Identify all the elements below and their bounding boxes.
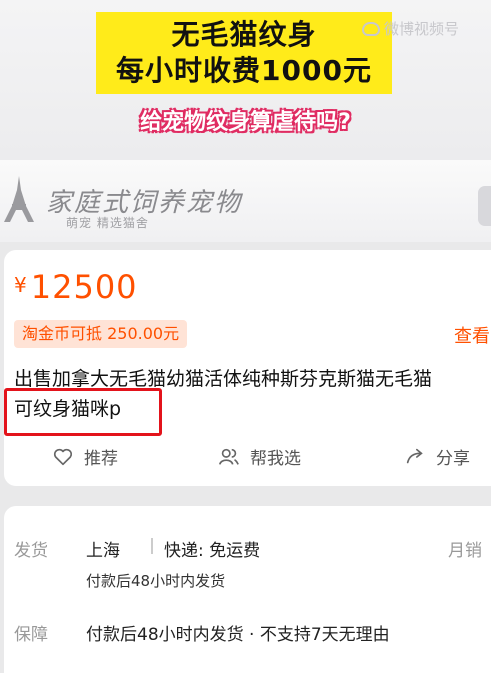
highlight-box [4,388,162,436]
view-more-link[interactable]: 查看 [454,322,490,348]
weibo-icon [362,21,380,36]
product-price: ¥12500 [14,268,138,306]
subheadline: 给宠物纹身算虐待吗? [140,110,351,135]
price-value: 12500 [30,268,138,306]
express-fee: 快递: 免运费 [164,541,261,561]
shipping-label: 发货 [14,541,48,561]
heart-icon [53,448,73,465]
banner-scroll-handle[interactable] [478,186,491,226]
share-button[interactable]: 分享 [404,444,470,469]
headline-banner: 无毛猫纹身 每小时收费1000元 [96,12,392,94]
friends-icon [219,448,239,465]
coin-deduction-badge[interactable]: 淘金币可抵 250.00元 [14,320,188,348]
recommend-button[interactable]: 推荐 [52,444,118,469]
help-choose-label: 帮我选 [250,449,301,469]
help-choose-button[interactable]: 帮我选 [218,444,301,469]
monthly-sales-label: 月销 [448,541,482,561]
watermark-text: 微博视频号 [384,20,460,38]
share-label: 分享 [436,449,470,469]
guarantee-label: 保障 [14,625,48,645]
shop-banner-subtitle: 萌宠 精选猫舍 [66,216,149,230]
shipping-card [4,506,491,673]
price-currency: ¥ [14,273,27,297]
dispatch-note: 付款后48小时内发货 [86,572,226,590]
recommend-label: 推荐 [84,449,118,469]
share-icon [406,448,423,463]
action-bar: 推荐 帮我选 分享 [0,444,491,474]
ship-from-location: 上海 [86,541,120,561]
eiffel-tower-icon [4,176,34,222]
separator [151,538,153,554]
headline-line-2: 每小时收费1000元 [116,54,372,87]
guarantee-text[interactable]: 付款后48小时内发货 · 不支持7天无理由 [86,620,390,645]
headline-line-1: 无毛猫纹身 [171,18,317,51]
watermark: 微博视频号 [362,18,459,39]
